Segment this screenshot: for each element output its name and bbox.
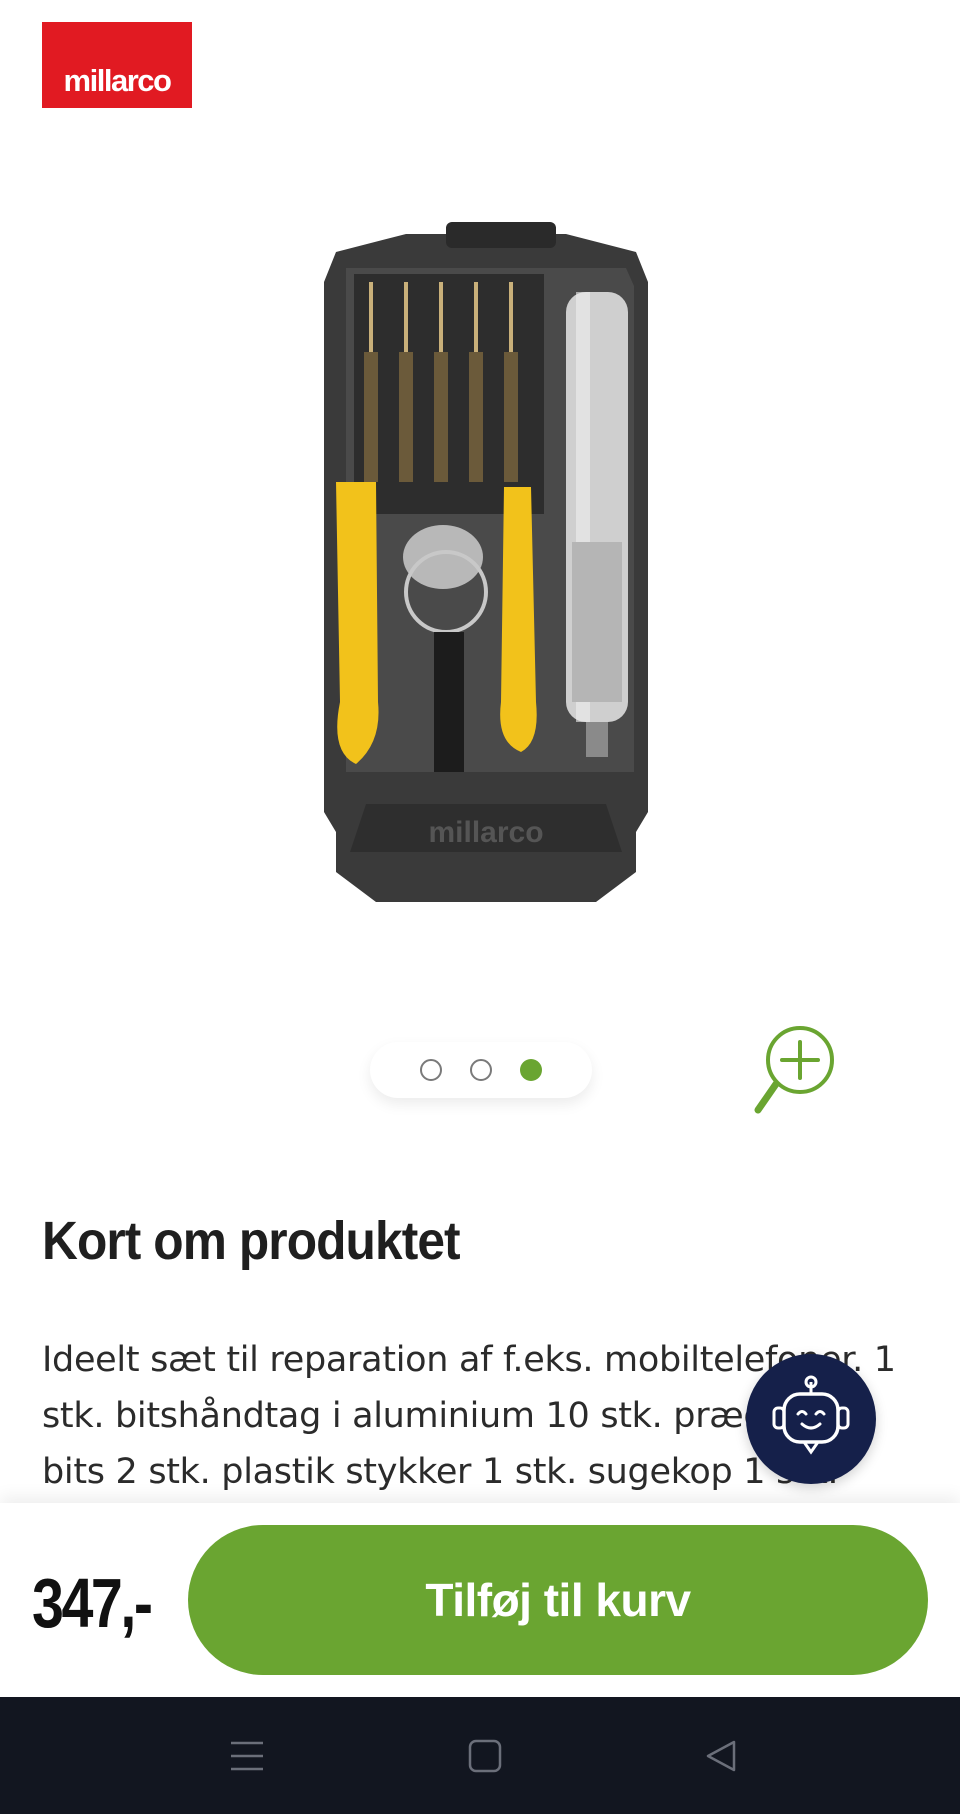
gallery-dot-2[interactable] <box>470 1059 492 1081</box>
android-nav-bar <box>0 1697 960 1814</box>
menu-icon[interactable] <box>222 1731 272 1781</box>
gallery-pagination <box>370 1042 592 1098</box>
product-image[interactable]: millarco <box>296 212 676 902</box>
gallery-dot-1[interactable] <box>420 1059 442 1081</box>
add-to-cart-button[interactable]: Tilføj til kurv <box>188 1525 928 1675</box>
chatbot-button[interactable] <box>746 1354 876 1484</box>
section-heading: Kort om produktet <box>42 1211 461 1271</box>
back-icon[interactable] <box>696 1731 746 1781</box>
home-icon[interactable] <box>460 1731 510 1781</box>
purchase-bar: 347,- Tilføj til kurv <box>0 1503 960 1697</box>
svg-text:millarco: millarco <box>428 816 543 849</box>
gallery-dot-3-active[interactable] <box>520 1059 542 1081</box>
product-page: millarco millarco Kort om produktet Idee… <box>0 0 960 1814</box>
zoom-in-icon[interactable] <box>752 1022 848 1118</box>
logo-text: millarco <box>63 63 172 98</box>
price: 347,- <box>32 1564 153 1642</box>
millarco-logo[interactable]: millarco <box>42 22 192 108</box>
chatbot-icon <box>772 1375 850 1455</box>
